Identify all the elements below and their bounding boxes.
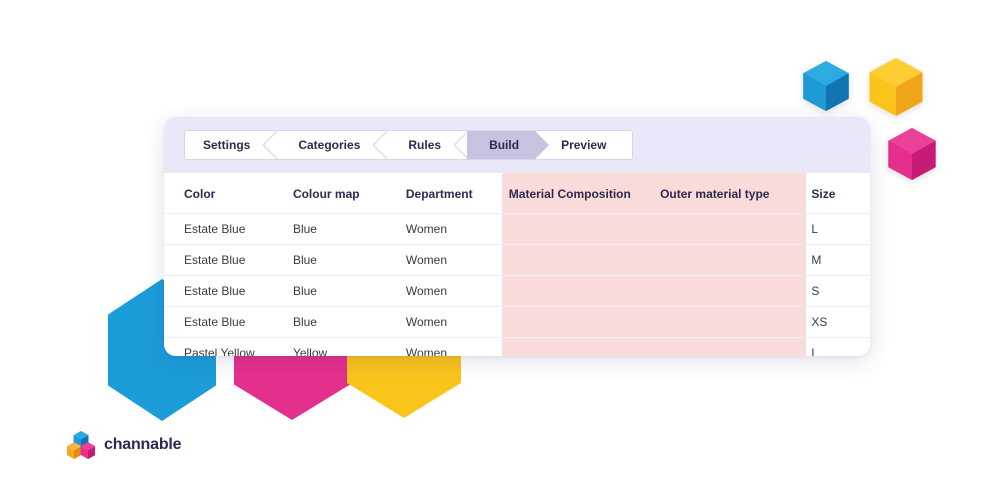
cell-color[interactable]: Estate Blue [164, 275, 275, 307]
data-table-container: Color Colour map Department Material Compos… [164, 173, 870, 356]
cell-department[interactable]: Women [387, 244, 495, 276]
cell-colour-map[interactable]: Yellow [274, 337, 388, 356]
channable-wordmark: channable [104, 436, 182, 453]
cell-outer-material-type[interactable] [648, 337, 800, 356]
cell-size[interactable]: XS [799, 306, 870, 338]
stepper-step-categories[interactable]: Categories [276, 131, 388, 159]
cell-colour-map[interactable]: Blue [274, 275, 388, 307]
stepper-step-label: Rules [408, 138, 442, 152]
cell-material-composition[interactable] [494, 337, 649, 356]
pink-cube-decoration [888, 128, 936, 180]
cell-outer-material-type[interactable] [648, 275, 800, 307]
channable-hexagon-logo-icon [67, 431, 95, 459]
cell-department[interactable]: Women [387, 275, 495, 307]
channable-logo: channable [67, 430, 182, 460]
stepper-step-rules[interactable]: Rules [386, 131, 468, 159]
cell-size[interactable]: L [799, 337, 870, 356]
cell-colour-map[interactable]: Blue [274, 244, 388, 276]
stepper-step-label: Preview [561, 138, 607, 152]
cell-colour-map[interactable]: Blue [274, 306, 388, 338]
cell-department[interactable]: Women [387, 337, 495, 356]
cell-size[interactable]: M [799, 244, 870, 276]
table-row[interactable]: Estate Blue Blue Women S [164, 275, 870, 307]
column-header-outer-material-type[interactable]: Outer material type [648, 173, 799, 214]
cell-color[interactable]: Estate Blue [164, 306, 275, 338]
stepper-step-preview[interactable]: Preview [549, 131, 632, 159]
cell-colour-map[interactable]: Blue [274, 213, 388, 245]
table-header-row: Color Colour map Department Material Compos… [164, 173, 870, 214]
table-row[interactable]: Pastel Yellow Yellow Women L [164, 337, 870, 356]
cell-size[interactable]: S [799, 275, 870, 307]
stepper-step-settings[interactable]: Settings [185, 131, 278, 159]
column-header-color[interactable]: Color [164, 173, 275, 214]
cell-department[interactable]: Women [387, 213, 495, 245]
cell-department[interactable]: Women [387, 306, 495, 338]
cell-outer-material-type[interactable] [648, 244, 800, 276]
column-header-department[interactable]: Department [388, 173, 495, 214]
yellow-cube-decoration [869, 58, 923, 116]
cell-color[interactable]: Pastel Yellow [164, 337, 275, 356]
table-body: Estate Blue Blue Women L Estate Blue Blue Wome… [164, 213, 870, 356]
cell-material-composition[interactable] [494, 244, 649, 276]
stepper-step-label: Settings [203, 138, 251, 152]
cell-size[interactable]: L [799, 213, 870, 245]
column-header-size[interactable]: Size [799, 173, 870, 214]
stepper-step-label: Categories [298, 138, 361, 152]
stepper-header-band: Settings Categories Rules Build Preview [164, 117, 870, 173]
product-attributes-table: Color Colour map Department Material Compos… [164, 173, 870, 356]
cell-material-composition[interactable] [494, 306, 649, 338]
wizard-stepper: Settings Categories Rules Build Preview [184, 130, 634, 160]
cell-color[interactable]: Estate Blue [164, 213, 275, 245]
table-head: Color Colour map Department Material Compos… [164, 173, 870, 214]
table-row[interactable]: Estate Blue Blue Women M [164, 244, 870, 276]
screenshot-stage: Settings Categories Rules Build Preview Colo… [0, 0, 1000, 500]
table-row[interactable]: Estate Blue Blue Women XS [164, 306, 870, 338]
stepper-step-label: Build [489, 138, 520, 152]
stepper-step-build[interactable]: Build [467, 131, 549, 159]
column-header-material-composition[interactable]: Material Composition [495, 173, 648, 214]
cell-outer-material-type[interactable] [648, 306, 800, 338]
cell-outer-material-type[interactable] [648, 213, 800, 245]
build-panel-card: Settings Categories Rules Build Preview Colo… [164, 117, 870, 356]
cell-color[interactable]: Estate Blue [164, 244, 275, 276]
cell-material-composition[interactable] [494, 275, 649, 307]
blue-cube-decoration [803, 61, 849, 111]
table-row[interactable]: Estate Blue Blue Women L [164, 213, 870, 245]
column-header-colour-map[interactable]: Colour map [275, 173, 388, 214]
cell-material-composition[interactable] [494, 213, 649, 245]
